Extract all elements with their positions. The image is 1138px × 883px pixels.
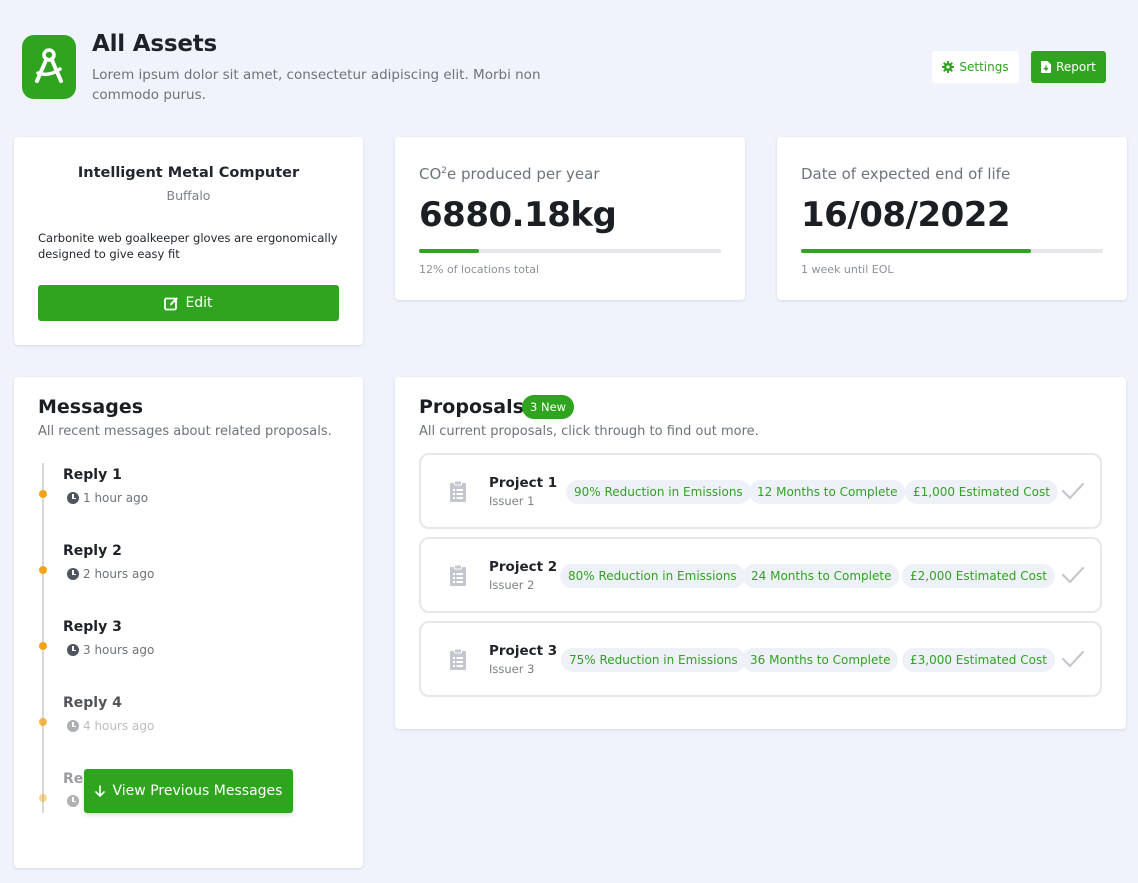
message-time: 4 hours ago: [67, 719, 154, 733]
cost-pill: £1,000 Estimated Cost: [905, 480, 1058, 504]
gear-icon: [942, 61, 955, 73]
settings-button[interactable]: Settings: [932, 51, 1019, 83]
cost-pill: £3,000 Estimated Cost: [902, 648, 1055, 672]
co2-progress-fill: [419, 249, 480, 253]
reduction-pill: 90% Reduction in Emissions: [566, 480, 751, 504]
proposal-name: Project 2: [489, 559, 558, 575]
proposals-card: Proposals 3 New All current proposals, c…: [395, 377, 1126, 729]
messages-title: Messages: [38, 396, 144, 418]
proposal-row[interactable]: Project 2 Issuer 2 80% Reduction in Emis…: [419, 537, 1102, 613]
message-title: Reply 2: [63, 543, 122, 559]
check-icon[interactable]: [1061, 649, 1085, 669]
eol-progress-bar: [801, 249, 1103, 253]
proposal-name: Project 3: [489, 643, 558, 659]
eol-progress-fill: [801, 249, 1031, 253]
file-download-icon: [1041, 61, 1052, 73]
message-time: 3 hours ago: [67, 643, 154, 657]
duration-pill: 12 Months to Complete: [749, 480, 906, 504]
proposal-issuer: Issuer 1: [489, 494, 535, 508]
edit-label: Edit: [185, 295, 213, 311]
message-item[interactable]: Reply 3 3 hours ago: [14, 619, 363, 695]
message-title: Reply 3: [63, 619, 122, 635]
clock-icon: [67, 568, 79, 580]
co2-stat-note: 12% of locations total: [419, 263, 540, 276]
message-item[interactable]: Reply 2 2 hours ago: [14, 543, 363, 619]
asset-description: Carbonite web goalkeeper gloves are ergo…: [38, 231, 338, 261]
view-previous-messages-button[interactable]: View Previous Messages: [84, 769, 293, 813]
report-label: Report: [1056, 60, 1096, 74]
clock-icon: [67, 644, 79, 656]
proposal-row[interactable]: Project 1 Issuer 1 90% Reduction in Emis…: [419, 453, 1102, 529]
arrow-down-icon: [94, 785, 105, 797]
proposal-issuer: Issuer 3: [489, 662, 535, 676]
message-item[interactable]: Reply 1 1 hour ago: [14, 467, 363, 543]
eol-stat-value: 16/08/2022: [801, 195, 1011, 235]
app-logo: [22, 35, 76, 99]
eol-stat-note: 1 week until EOL: [801, 263, 894, 276]
message-time: [67, 795, 83, 807]
proposals-subtitle: All current proposals, click through to …: [419, 424, 759, 439]
messages-subtitle: All recent messages about related propos…: [38, 424, 332, 439]
proposals-title: Proposals: [419, 396, 524, 418]
timeline-dot: [39, 794, 47, 802]
clipboard-icon: [450, 564, 466, 586]
clock-icon: [67, 492, 79, 504]
message-item[interactable]: Reply 4 4 hours ago: [14, 695, 363, 771]
timeline-dot: [39, 490, 47, 498]
settings-label: Settings: [959, 60, 1009, 74]
page-subtitle: Lorem ipsum dolor sit amet, consectetur …: [92, 67, 541, 103]
messages-card: Messages All recent messages about relat…: [14, 377, 363, 868]
reduction-pill: 75% Reduction in Emissions: [561, 648, 746, 672]
proposal-issuer: Issuer 2: [489, 578, 535, 592]
timeline-dot: [39, 566, 47, 574]
eol-stat-card: Date of expected end of life 16/08/2022 …: [777, 137, 1127, 300]
co2-progress-bar: [419, 249, 721, 253]
message-title: Reply 1: [63, 467, 122, 483]
page-title: All Assets: [92, 31, 218, 57]
report-button[interactable]: Report: [1031, 51, 1106, 83]
clock-icon: [67, 720, 79, 732]
proposal-row[interactable]: Project 3 Issuer 3 75% Reduction in Emis…: [419, 621, 1102, 697]
asset-location: Buffalo: [166, 188, 211, 203]
co2-stat-label: CO2e produced per year: [419, 165, 600, 183]
duration-pill: 36 Months to Complete: [742, 648, 899, 672]
co2-stat-card: CO2e produced per year 6880.18kg 12% of …: [395, 137, 745, 300]
edit-icon: [164, 296, 179, 310]
eol-stat-label: Date of expected end of life: [801, 165, 1011, 183]
compass-icon: [35, 48, 63, 83]
co2-stat-value: 6880.18kg: [419, 195, 617, 235]
reduction-pill: 80% Reduction in Emissions: [560, 564, 745, 588]
clipboard-icon: [450, 648, 466, 670]
cost-pill: £2,000 Estimated Cost: [902, 564, 1055, 588]
new-proposals-badge: 3 New: [522, 395, 575, 419]
check-icon[interactable]: [1061, 481, 1085, 501]
clipboard-icon: [450, 480, 466, 502]
message-time: 2 hours ago: [67, 567, 154, 581]
duration-pill: 24 Months to Complete: [743, 564, 900, 588]
message-title: Reply 4: [63, 695, 122, 711]
check-icon[interactable]: [1061, 565, 1085, 585]
edit-button[interactable]: Edit: [38, 285, 339, 321]
timeline-dot: [39, 642, 47, 650]
clock-icon: [67, 795, 79, 807]
message-time: 1 hour ago: [67, 491, 148, 505]
view-previous-label: View Previous Messages: [112, 783, 283, 799]
asset-name: Intelligent Metal Computer: [77, 165, 300, 181]
asset-card: Intelligent Metal Computer Buffalo Carbo…: [14, 137, 363, 345]
timeline-dot: [39, 718, 47, 726]
proposal-name: Project 1: [489, 475, 558, 491]
